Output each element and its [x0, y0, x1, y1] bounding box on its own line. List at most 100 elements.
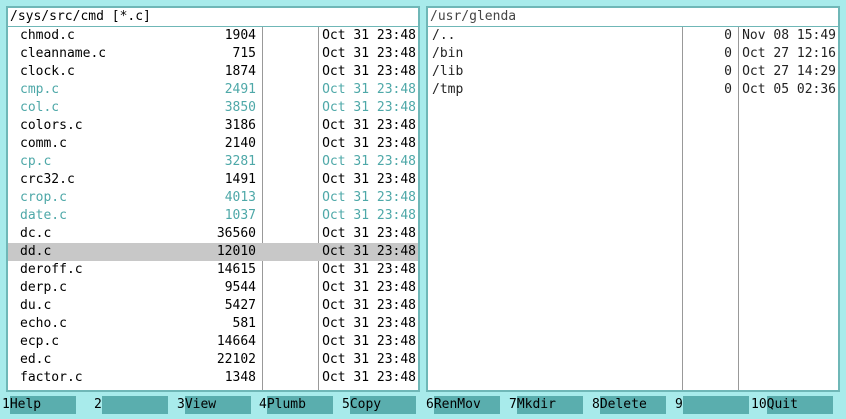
left-panel-path: /sys/src/cmd [*.c] [8, 8, 418, 27]
file-date: Oct 27 12:16 [742, 46, 836, 61]
file-name: clock.c [20, 64, 75, 79]
fkey-number: 8 [592, 397, 600, 412]
file-row[interactable]: colors.c 3186 Oct 31 23:48 [8, 117, 418, 135]
file-size: 14615 [216, 262, 256, 277]
file-date: Oct 31 23:48 [322, 28, 416, 43]
right-file-panel[interactable]: /usr/glenda /.. 0 Nov 08 15:49/bin 0 Oct 27 … [426, 6, 840, 392]
file-name: col.c [20, 100, 60, 115]
fkey-10-button[interactable]: 10Quit [751, 396, 833, 414]
fkey-label: View [184, 396, 251, 414]
fkey-number: 7 [509, 397, 517, 412]
fkey-label [682, 396, 749, 414]
fkey-4-button[interactable]: 4Plumb [259, 396, 333, 414]
file-row[interactable]: ecp.c 14664 Oct 31 23:48 [8, 333, 418, 351]
fkey-number: 3 [177, 397, 185, 412]
fkey-7-button[interactable]: 7Mkdir [509, 396, 583, 414]
file-size: 12010 [216, 244, 256, 259]
file-row[interactable]: col.c 3850 Oct 31 23:48 [8, 99, 418, 117]
file-row[interactable]: dd.c 12010 Oct 31 23:48 [8, 243, 418, 261]
file-name: du.c [20, 298, 52, 313]
file-row[interactable]: /.. 0 Nov 08 15:49 [428, 27, 838, 45]
file-row[interactable]: derp.c 9544 Oct 31 23:48 [8, 279, 418, 297]
file-row[interactable]: ed.c 22102 Oct 31 23:48 [8, 351, 418, 369]
file-size: 0 [724, 64, 732, 79]
fkey-label: RenMov [433, 396, 500, 414]
file-date: Oct 31 23:48 [322, 118, 416, 133]
file-name: ed.c [20, 352, 52, 367]
fkey-1-button[interactable]: 1Help [2, 396, 76, 414]
file-row[interactable]: cp.c 3281 Oct 31 23:48 [8, 153, 418, 171]
file-row[interactable]: crc32.c 1491 Oct 31 23:48 [8, 171, 418, 189]
file-row[interactable]: /tmp 0 Oct 05 02:36 [428, 81, 838, 99]
fkey-8-button[interactable]: 8Delete [592, 396, 666, 414]
file-date: Oct 31 23:48 [322, 46, 416, 61]
file-date: Oct 31 23:48 [322, 100, 416, 115]
file-size: 3850 [224, 100, 256, 115]
fkey-label: Copy [349, 396, 416, 414]
fkey-number: 9 [675, 397, 683, 412]
file-date: Oct 31 23:48 [322, 226, 416, 241]
file-date: Oct 31 23:48 [322, 154, 416, 169]
file-size: 36560 [216, 226, 256, 241]
fkey-6-button[interactable]: 6RenMov [426, 396, 500, 414]
file-name: colors.c [20, 118, 83, 133]
file-size: 4013 [224, 190, 256, 205]
file-date: Oct 31 23:48 [322, 64, 416, 79]
file-row[interactable]: chmod.c 1904 Oct 31 23:48 [8, 27, 418, 45]
left-file-panel[interactable]: /sys/src/cmd [*.c] chmod.c 1904 Oct 31 23:… [6, 6, 420, 392]
file-row[interactable]: comm.c 2140 Oct 31 23:48 [8, 135, 418, 153]
file-name: crc32.c [20, 172, 75, 187]
file-size: 0 [724, 82, 732, 97]
fkey-number: 2 [94, 397, 102, 412]
file-manager-window: { "left_panel": { "path": "/sys/src/cmd … [0, 0, 846, 419]
fkey-number: 6 [426, 397, 434, 412]
fkey-5-button[interactable]: 5Copy [342, 396, 416, 414]
file-size: 1874 [224, 64, 256, 79]
file-row[interactable]: dc.c 36560 Oct 31 23:48 [8, 225, 418, 243]
file-size: 1491 [224, 172, 256, 187]
file-name: ecp.c [20, 334, 60, 349]
file-date: Oct 31 23:48 [322, 370, 416, 385]
fkey-number: 4 [259, 397, 267, 412]
file-name: derp.c [20, 280, 67, 295]
file-date: Oct 31 23:48 [322, 190, 416, 205]
file-row[interactable]: factor.c 1348 Oct 31 23:48 [8, 369, 418, 387]
file-size: 2140 [224, 136, 256, 151]
file-name: cp.c [20, 154, 52, 169]
file-name: deroff.c [20, 262, 83, 277]
file-size: 22102 [216, 352, 256, 367]
file-row[interactable]: /lib 0 Oct 27 14:29 [428, 63, 838, 81]
file-date: Oct 27 14:29 [742, 64, 836, 79]
file-date: Oct 31 23:48 [322, 244, 416, 259]
file-name: date.c [20, 208, 67, 223]
right-file-list: /.. 0 Nov 08 15:49/bin 0 Oct 27 12:16/lib 0 Oc… [428, 27, 838, 99]
file-date: Oct 31 23:48 [322, 136, 416, 151]
fkey-label: Mkdir [516, 396, 583, 414]
file-date: Oct 31 23:48 [322, 298, 416, 313]
fkey-label: Plumb [266, 396, 333, 414]
file-row[interactable]: /bin 0 Oct 27 12:16 [428, 45, 838, 63]
file-row[interactable]: cleanname.c 715 Oct 31 23:48 [8, 45, 418, 63]
file-row[interactable]: du.c 5427 Oct 31 23:48 [8, 297, 418, 315]
file-row[interactable]: crop.c 4013 Oct 31 23:48 [8, 189, 418, 207]
file-size: 9544 [224, 280, 256, 295]
file-name: /lib [432, 64, 464, 79]
file-row[interactable]: date.c 1037 Oct 31 23:48 [8, 207, 418, 225]
file-date: Oct 05 02:36 [742, 82, 836, 97]
file-name: comm.c [20, 136, 67, 151]
file-row[interactable]: cmp.c 2491 Oct 31 23:48 [8, 81, 418, 99]
file-name: echo.c [20, 316, 67, 331]
file-date: Oct 31 23:48 [322, 316, 416, 331]
file-size: 1037 [224, 208, 256, 223]
fkey-3-button[interactable]: 3View [177, 396, 251, 414]
fkey-9-button[interactable]: 9 [675, 396, 749, 414]
fkey-label [101, 396, 168, 414]
file-date: Nov 08 15:49 [742, 28, 836, 43]
file-name: factor.c [20, 370, 83, 385]
file-row[interactable]: deroff.c 14615 Oct 31 23:48 [8, 261, 418, 279]
file-row[interactable]: echo.c 581 Oct 31 23:48 [8, 315, 418, 333]
file-name: dd.c [20, 244, 52, 259]
fkey-2-button[interactable]: 2 [94, 396, 168, 414]
file-row[interactable]: clock.c 1874 Oct 31 23:48 [8, 63, 418, 81]
file-name: cleanname.c [20, 46, 107, 61]
